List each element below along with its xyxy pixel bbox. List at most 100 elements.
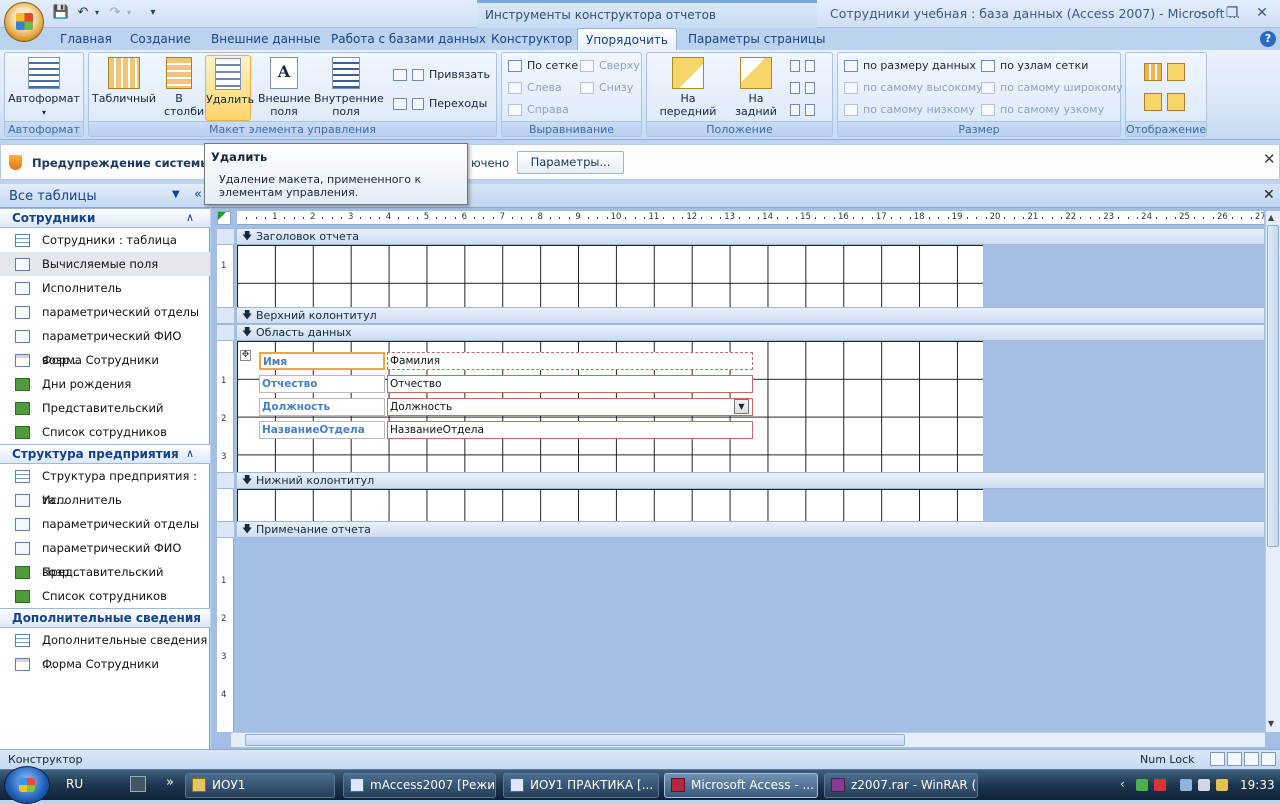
- nav-header-dropdown-icon[interactable]: ▼: [172, 189, 180, 200]
- label-control[interactable]: Должность: [259, 398, 385, 416]
- size-tallest-button[interactable]: по самому высокому: [844, 80, 983, 96]
- tray-battery-icon[interactable]: [1216, 779, 1228, 791]
- tray-volume-icon[interactable]: [1198, 779, 1210, 791]
- tab-page-setup[interactable]: Параметры страницы: [680, 28, 834, 50]
- print-preview-icon[interactable]: [1227, 752, 1242, 766]
- remove-layout-button[interactable]: Удалить: [205, 55, 254, 121]
- combo-control[interactable]: Должность: [387, 398, 753, 416]
- tray-network-icon[interactable]: [1180, 779, 1192, 791]
- nav-item[interactable]: Исполнитель: [0, 488, 210, 512]
- maximize-icon[interactable]: ❐: [1220, 2, 1244, 24]
- nav-item[interactable]: Представительский: [0, 560, 210, 584]
- bring-to-front-button[interactable]: На передний план: [650, 55, 726, 131]
- nav-item[interactable]: Исполнитель: [0, 276, 210, 300]
- save-icon[interactable]: 💾: [52, 4, 70, 22]
- vertical-scrollbar[interactable]: ▲ ▼: [1265, 211, 1280, 732]
- section-report-header[interactable]: 🡇 Заголовок отчета: [237, 228, 1264, 245]
- nav-item[interactable]: Список сотрудников: [0, 420, 210, 444]
- spacing-horizontal-icon[interactable]: [790, 58, 820, 74]
- layout-view-icon[interactable]: [1244, 752, 1259, 766]
- page-footer-grid[interactable]: [237, 489, 983, 521]
- horizontal-scrollbar[interactable]: [231, 732, 1265, 747]
- nav-group-header[interactable]: Сотрудники ∧: [0, 208, 210, 228]
- label-control[interactable]: Имя: [259, 352, 385, 370]
- tab-design[interactable]: Конструктор: [483, 28, 580, 50]
- send-to-back-button[interactable]: На задний план: [727, 55, 785, 131]
- align-to-grid-button[interactable]: По сетке: [508, 58, 578, 74]
- nav-group-header[interactable]: Структура предприятия ∧: [0, 444, 210, 464]
- taskbar-item[interactable]: ИОУ1: [185, 773, 335, 798]
- vertical-scroll-thumb[interactable]: [1267, 225, 1279, 547]
- collapse-group-icon[interactable]: ∧: [186, 211, 194, 224]
- office-button[interactable]: [4, 2, 44, 42]
- label-control[interactable]: НазваниеОтдела: [259, 421, 385, 439]
- nav-item[interactable]: Дни рождения: [0, 372, 210, 396]
- collapse-group-icon[interactable]: ∧: [186, 447, 194, 460]
- nav-item[interactable]: параметрический ФИО возр...: [0, 324, 210, 367]
- taskbar-item[interactable]: ИОУ1 ПРАКТИКА [...: [503, 773, 659, 798]
- tray-antivirus-icon[interactable]: [1154, 779, 1166, 791]
- close-window-icon[interactable]: ✕: [1250, 2, 1274, 24]
- autoformat-button[interactable]: Автоформат ▾: [8, 55, 80, 119]
- tab-database-tools[interactable]: Работа с базами данных: [323, 28, 494, 50]
- scroll-up-icon[interactable]: ▲: [1268, 213, 1274, 222]
- size-narrowest-button[interactable]: по самому узкому: [981, 102, 1104, 118]
- section-report-footer[interactable]: 🡇 Примечание отчета: [237, 521, 1264, 538]
- nav-item[interactable]: параметрический отделы: [0, 300, 210, 324]
- stacked-button[interactable]: В столбик: [159, 55, 211, 118]
- align-top-button[interactable]: Сверху: [580, 58, 640, 74]
- close-document-icon[interactable]: ✕: [1263, 187, 1275, 203]
- nav-item[interactable]: параметрический ФИО возр...: [0, 536, 210, 579]
- show-desktop-icon[interactable]: [130, 776, 146, 792]
- language-indicator[interactable]: RU: [66, 777, 83, 791]
- security-options-button[interactable]: Параметры...: [517, 151, 624, 174]
- nav-item[interactable]: Форма Сотрудники: [0, 652, 210, 676]
- undo-dropdown-icon[interactable]: ▾: [88, 4, 106, 22]
- nav-header[interactable]: Все таблицы ▼ «: [0, 184, 210, 208]
- report-header-grid[interactable]: [237, 245, 983, 307]
- nav-item[interactable]: Вычисляемые поля: [0, 252, 210, 276]
- combo-dropdown-icon[interactable]: ▼: [734, 399, 749, 414]
- tray-shield-icon[interactable]: [1136, 779, 1148, 791]
- align-bottom-button[interactable]: Снизу: [580, 80, 633, 96]
- size-to-fit-button[interactable]: по размеру данных: [844, 58, 976, 74]
- section-page-footer[interactable]: 🡇 Нижний колонтитул: [237, 472, 1264, 489]
- close-icon[interactable]: ✕: [1263, 150, 1276, 168]
- label-control[interactable]: Отчество: [259, 375, 385, 393]
- customize-toolbar-icon[interactable]: ▾: [144, 4, 162, 22]
- vruler-band-page-footer[interactable]: [217, 472, 234, 489]
- redo-dropdown-icon[interactable]: ▾: [120, 4, 138, 22]
- spacing-decrease-icon[interactable]: [790, 102, 820, 118]
- taskbar-item[interactable]: z2007.rar - WinRAR (...: [824, 773, 978, 798]
- taskbar-item[interactable]: mAccess2007 [Режи...: [343, 773, 496, 798]
- vruler-band-detail[interactable]: [217, 324, 234, 341]
- tab-home[interactable]: Главная: [52, 28, 120, 50]
- section-detail[interactable]: 🡇 Область данных: [237, 324, 1264, 341]
- tab-external-data[interactable]: Внешние данные: [203, 28, 328, 50]
- vruler-band-report-footer[interactable]: [217, 521, 234, 538]
- vruler-band-page-header[interactable]: [217, 307, 234, 324]
- spacing-increase-icon[interactable]: [790, 80, 820, 96]
- tray-expand-icon[interactable]: ‹: [1120, 777, 1125, 791]
- snap-button[interactable]: Привязать: [393, 67, 490, 83]
- nav-item[interactable]: Дополнительные сведения :...: [0, 628, 210, 671]
- size-to-grid-button[interactable]: по узлам сетки: [981, 58, 1088, 74]
- tab-arrange[interactable]: Упорядочить: [577, 28, 677, 50]
- horizontal-scroll-thumb[interactable]: [245, 734, 905, 746]
- nav-item[interactable]: Сотрудники : таблица: [0, 228, 210, 252]
- text-control[interactable]: Фамилия: [387, 352, 753, 370]
- taskbar-item[interactable]: Microsoft Access - ...: [664, 773, 818, 798]
- report-view-icon[interactable]: [1210, 752, 1225, 766]
- nav-item[interactable]: Список сотрудников: [0, 584, 210, 608]
- collapse-pane-icon[interactable]: «: [194, 187, 202, 202]
- help-icon[interactable]: ?: [1260, 31, 1276, 47]
- section-page-header[interactable]: 🡇 Верхний колонтитул: [237, 307, 1264, 324]
- design-view-icon[interactable]: [1261, 752, 1276, 766]
- size-shortest-button[interactable]: по самому низкому: [844, 102, 975, 118]
- text-control[interactable]: Отчество: [387, 375, 753, 393]
- nav-item[interactable]: параметрический отделы: [0, 512, 210, 536]
- vruler-band-report-header[interactable]: [217, 228, 234, 245]
- align-right-button[interactable]: Справа: [508, 102, 569, 118]
- text-control[interactable]: НазваниеОтдела: [387, 421, 753, 439]
- move-handle-icon[interactable]: ✥: [240, 350, 251, 361]
